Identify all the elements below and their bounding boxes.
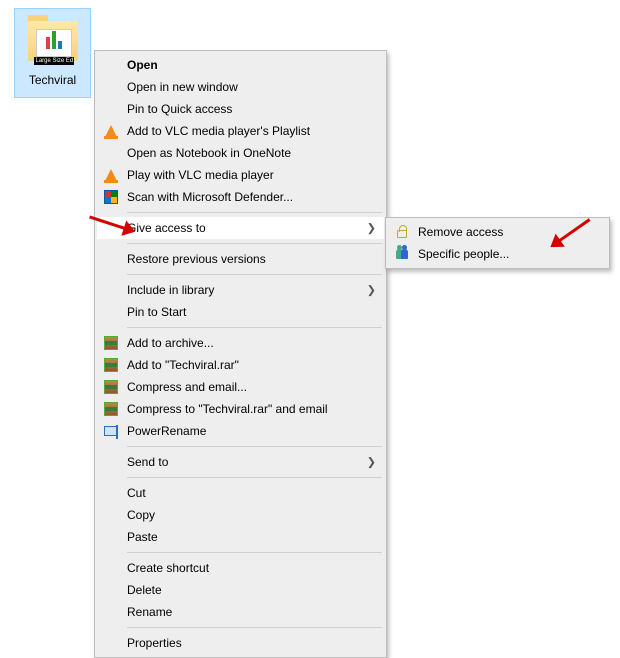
- menu-item-delete[interactable]: Delete: [97, 579, 384, 601]
- menu-item-send-to[interactable]: Send to❯: [97, 451, 384, 473]
- menu-item-compress-techviral-email[interactable]: Compress to "Techviral.rar" and email: [97, 398, 384, 420]
- menu-item-label: Rename: [127, 605, 376, 619]
- blank-icon: [101, 79, 121, 95]
- menu-item-label: Remove access: [418, 225, 599, 239]
- context-menu: Open Open in new window Pin to Quick acces…: [94, 50, 387, 658]
- menu-item-defender[interactable]: Scan with Microsoft Defender...: [97, 186, 384, 208]
- menu-separator: [127, 446, 382, 447]
- blank-icon: [101, 582, 121, 598]
- rar-icon: [101, 379, 121, 395]
- people-icon: [392, 246, 412, 262]
- menu-item-label: Compress and email...: [127, 380, 376, 394]
- menu-item-compress-email[interactable]: Compress and email...: [97, 376, 384, 398]
- menu-item-open-new-window[interactable]: Open in new window: [97, 76, 384, 98]
- menu-item-cut[interactable]: Cut: [97, 482, 384, 504]
- menu-item-properties[interactable]: Properties: [97, 632, 384, 654]
- blank-icon: [101, 485, 121, 501]
- menu-item-label: Pin to Quick access: [127, 102, 376, 116]
- desktop-folder-techviral[interactable]: Large Size Ed Techviral: [14, 8, 91, 98]
- menu-item-paste[interactable]: Paste: [97, 526, 384, 548]
- menu-item-vlc-play[interactable]: Play with VLC media player: [97, 164, 384, 186]
- menu-item-pin-start[interactable]: Pin to Start: [97, 301, 384, 323]
- menu-item-rename[interactable]: Rename: [97, 601, 384, 623]
- menu-item-label: Open in new window: [127, 80, 376, 94]
- submenu-arrow-icon: ❯: [367, 456, 376, 469]
- vlc-icon: [101, 167, 121, 183]
- blank-icon: [101, 282, 121, 298]
- rar-icon: [101, 401, 121, 417]
- menu-item-label: Add to archive...: [127, 336, 376, 350]
- blank-icon: [101, 635, 121, 651]
- menu-item-label: Open as Notebook in OneNote: [127, 146, 376, 160]
- blank-icon: [101, 220, 121, 236]
- menu-item-label: Create shortcut: [127, 561, 376, 575]
- menu-item-label: Copy: [127, 508, 376, 522]
- shield-icon: [101, 189, 121, 205]
- menu-separator: [127, 477, 382, 478]
- blank-icon: [101, 604, 121, 620]
- menu-item-pin-quick-access[interactable]: Pin to Quick access: [97, 98, 384, 120]
- menu-item-vlc-playlist[interactable]: Add to VLC media player's Playlist: [97, 120, 384, 142]
- blank-icon: [101, 145, 121, 161]
- menu-separator: [127, 627, 382, 628]
- menu-item-remove-access[interactable]: Remove access: [388, 221, 607, 243]
- menu-item-label: Paste: [127, 530, 376, 544]
- menu-item-label: Cut: [127, 486, 376, 500]
- menu-item-label: PowerRename: [127, 424, 376, 438]
- submenu-arrow-icon: ❯: [367, 222, 376, 235]
- menu-item-label: Specific people...: [418, 247, 599, 261]
- blank-icon: [101, 507, 121, 523]
- rar-icon: [101, 335, 121, 351]
- menu-item-label: Send to: [127, 455, 376, 469]
- blank-icon: [101, 304, 121, 320]
- menu-item-powerrename[interactable]: PowerRename: [97, 420, 384, 442]
- menu-separator: [127, 212, 382, 213]
- menu-item-label: Add to "Techviral.rar": [127, 358, 376, 372]
- blank-icon: [101, 101, 121, 117]
- menu-item-label: Pin to Start: [127, 305, 376, 319]
- menu-separator: [127, 327, 382, 328]
- blank-icon: [101, 251, 121, 267]
- menu-item-label: Delete: [127, 583, 376, 597]
- menu-item-label: Compress to "Techviral.rar" and email: [127, 402, 376, 416]
- submenu-arrow-icon: ❯: [367, 284, 376, 297]
- blank-icon: [101, 529, 121, 545]
- folder-strip-text: Large Size Ed: [34, 57, 74, 65]
- vlc-icon: [101, 123, 121, 139]
- menu-item-include-library[interactable]: Include in library❯: [97, 279, 384, 301]
- menu-separator: [127, 243, 382, 244]
- menu-item-label: Include in library: [127, 283, 376, 297]
- menu-item-open[interactable]: Open: [97, 54, 384, 76]
- menu-item-label: Properties: [127, 636, 376, 650]
- blank-icon: [101, 57, 121, 73]
- folder-icon: Large Size Ed: [26, 15, 80, 69]
- menu-separator: [127, 274, 382, 275]
- menu-item-add-techviral-rar[interactable]: Add to "Techviral.rar": [97, 354, 384, 376]
- blank-icon: [101, 454, 121, 470]
- menu-item-create-shortcut[interactable]: Create shortcut: [97, 557, 384, 579]
- menu-item-specific-people[interactable]: Specific people...: [388, 243, 607, 265]
- lock-icon: [392, 224, 412, 240]
- menu-item-label: Play with VLC media player: [127, 168, 376, 182]
- menu-item-label: Add to VLC media player's Playlist: [127, 124, 376, 138]
- menu-item-label: Open: [127, 58, 376, 72]
- rar-icon: [101, 357, 121, 373]
- menu-item-restore-prev[interactable]: Restore previous versions: [97, 248, 384, 270]
- give-access-to-submenu: Remove access Specific people...: [385, 217, 610, 269]
- menu-separator: [127, 552, 382, 553]
- desktop-icon-label: Techviral: [15, 73, 90, 87]
- menu-item-label: Give access to: [127, 221, 376, 235]
- menu-item-onenote[interactable]: Open as Notebook in OneNote: [97, 142, 384, 164]
- blank-icon: [101, 560, 121, 576]
- menu-item-give-access-to[interactable]: Give access to❯: [97, 217, 384, 239]
- menu-item-label: Restore previous versions: [127, 252, 376, 266]
- menu-item-add-archive[interactable]: Add to archive...: [97, 332, 384, 354]
- menu-item-label: Scan with Microsoft Defender...: [127, 190, 376, 204]
- rename-icon: [101, 423, 121, 439]
- menu-item-copy[interactable]: Copy: [97, 504, 384, 526]
